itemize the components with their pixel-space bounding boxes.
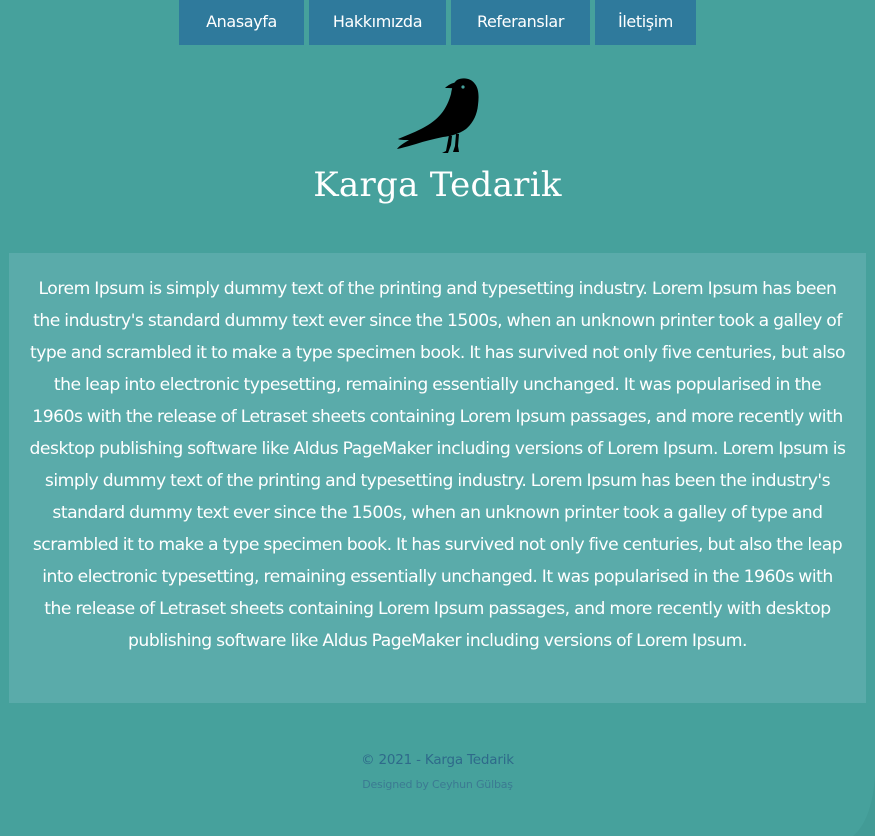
top-navigation: Anasayfa Hakkımızda Referanslar İletişim: [0, 0, 875, 45]
nav-item-hakkimizda[interactable]: Hakkımızda: [309, 0, 446, 45]
resize-corner-icon: [853, 776, 875, 836]
brand-title: Karga Tedarik: [313, 165, 562, 205]
crow-icon: [393, 74, 485, 154]
content-paragraph: Lorem Ipsum is simply dummy text of the …: [29, 279, 846, 651]
footer-designer: Designed by Ceyhun Gülbaş: [362, 778, 513, 791]
content-panel: Lorem Ipsum is simply dummy text of the …: [9, 253, 866, 703]
nav-item-iletisim[interactable]: İletişim: [595, 0, 696, 45]
nav-item-anasayfa[interactable]: Anasayfa: [179, 0, 304, 45]
footer-copyright: © 2021 - Karga Tedarik: [361, 752, 514, 768]
nav-item-referanslar[interactable]: Referanslar: [451, 0, 590, 45]
